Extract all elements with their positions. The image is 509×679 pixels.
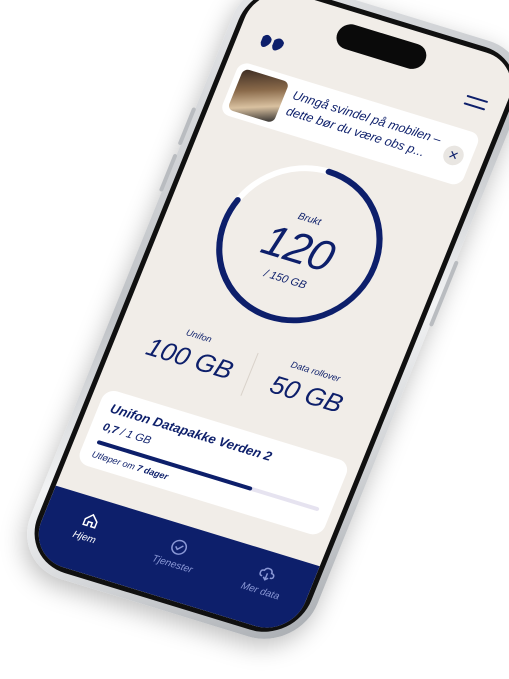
home-icon (82, 513, 98, 529)
data-usage-ring: Brukt 120 / 150 GB (182, 137, 416, 352)
unifon-logo-icon (260, 34, 285, 51)
tab-services-label: Tjenester (150, 553, 195, 576)
tab-more-data[interactable]: Mer data (214, 552, 314, 610)
rollover-stat: Data rollover 50 GB (242, 349, 376, 427)
unifon-stat: Unifon 100 GB (126, 313, 260, 391)
expiry-value: 7 dager (135, 462, 170, 482)
tab-more-data-label: Mer data (239, 580, 282, 603)
close-icon[interactable]: ✕ (440, 143, 467, 168)
phone-mockup: Unngå svindel på mobilen – dette bør du … (0, 0, 509, 679)
tab-home[interactable]: Hjem (38, 499, 138, 557)
article-thumbnail (227, 68, 290, 124)
menu-icon[interactable] (462, 94, 489, 114)
cloud-download-icon (259, 567, 275, 581)
package-total: / 1 GB (115, 425, 153, 447)
package-progress-bar (96, 439, 320, 512)
app-screen: Unngå svindel på mobilen – dette bør du … (27, 0, 509, 638)
check-circle-icon (171, 539, 188, 555)
tab-services[interactable]: Tjenester (126, 526, 226, 584)
tab-home-label: Hjem (70, 529, 98, 547)
phone-frame: Unngå svindel på mobilen – dette bør du … (11, 0, 509, 652)
